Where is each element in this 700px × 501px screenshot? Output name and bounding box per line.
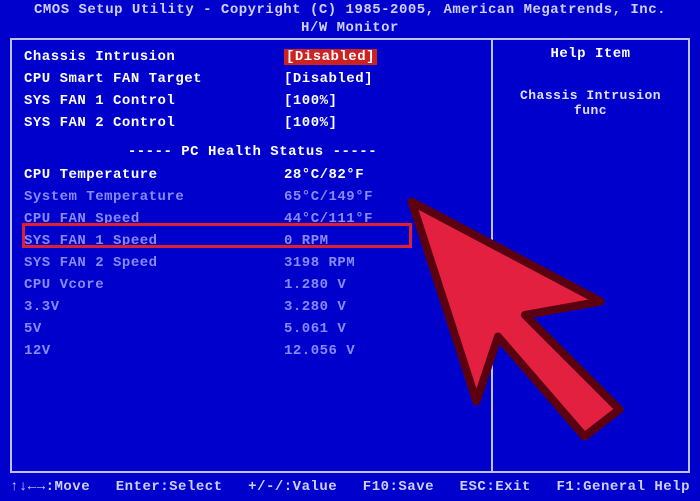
hint-select: Enter:Select xyxy=(116,479,223,495)
health-label: 12V xyxy=(24,343,284,359)
setting-value[interactable]: [Disabled] xyxy=(284,71,481,87)
health-value: 65°C/149°F xyxy=(284,189,481,205)
app-titlebar: CMOS Setup Utility - Copyright (C) 1985-… xyxy=(0,0,700,20)
health-row: CPU Temperature 28°C/82°F xyxy=(24,164,481,186)
setting-row[interactable]: Chassis Intrusion [Disabled] xyxy=(24,46,481,68)
health-row: CPU Vcore 1.280 V xyxy=(24,274,481,296)
health-row: 3.3V 3.280 V xyxy=(24,296,481,318)
health-value: 3.280 V xyxy=(284,299,481,315)
health-divider: ----- PC Health Status ----- xyxy=(24,144,481,160)
health-row: SYS FAN 1 Speed 0 RPM xyxy=(24,230,481,252)
hint-exit: ESC:Exit xyxy=(460,479,531,495)
health-value: 12.056 V xyxy=(284,343,481,359)
settings-panel: Chassis Intrusion [Disabled] CPU Smart F… xyxy=(12,40,493,471)
setting-value[interactable]: [100%] xyxy=(284,115,481,131)
health-value: 1.280 V xyxy=(284,277,481,293)
setting-row[interactable]: SYS FAN 2 Control [100%] xyxy=(24,112,481,134)
health-value: 28°C/82°F xyxy=(284,167,481,183)
health-row: 5V 5.061 V xyxy=(24,318,481,340)
health-label: System Temperature xyxy=(24,189,284,205)
setting-value[interactable]: [Disabled] xyxy=(284,49,481,65)
hint-value: +/-/:Value xyxy=(248,479,337,495)
health-label: 5V xyxy=(24,321,284,337)
setting-value[interactable]: [100%] xyxy=(284,93,481,109)
health-value: 3198 RPM xyxy=(284,255,481,271)
setting-label: SYS FAN 1 Control xyxy=(24,93,284,109)
hint-save: F10:Save xyxy=(363,479,434,495)
health-value: 0 RPM xyxy=(284,233,481,249)
health-label: CPU FAN Speed xyxy=(24,211,284,227)
health-row: System Temperature 65°C/149°F xyxy=(24,186,481,208)
health-label: 3.3V xyxy=(24,299,284,315)
health-label: SYS FAN 2 Speed xyxy=(24,255,284,271)
help-title: Help Item xyxy=(501,46,680,62)
setting-label: CPU Smart FAN Target xyxy=(24,71,284,87)
footer-hints: ↑↓←→:Move Enter:Select +/-/:Value F10:Sa… xyxy=(10,479,690,495)
health-row: SYS FAN 2 Speed 3198 RPM xyxy=(24,252,481,274)
help-panel: Help Item Chassis Intrusion func xyxy=(493,40,688,471)
section-title: H/W Monitor xyxy=(0,20,700,36)
help-text: Chassis Intrusion func xyxy=(501,88,680,118)
setting-row[interactable]: SYS FAN 1 Control [100%] xyxy=(24,90,481,112)
health-value: 5.061 V xyxy=(284,321,481,337)
main-frame: Chassis Intrusion [Disabled] CPU Smart F… xyxy=(10,38,690,473)
health-label: CPU Temperature xyxy=(24,167,284,183)
hint-general: F1:General Help xyxy=(556,479,690,495)
hint-move: ↑↓←→:Move xyxy=(10,479,90,495)
health-label: CPU Vcore xyxy=(24,277,284,293)
health-row: 12V 12.056 V xyxy=(24,340,481,362)
health-value: 44°C/111°F xyxy=(284,211,481,227)
health-label: SYS FAN 1 Speed xyxy=(24,233,284,249)
setting-label: SYS FAN 2 Control xyxy=(24,115,284,131)
setting-row[interactable]: CPU Smart FAN Target [Disabled] xyxy=(24,68,481,90)
health-row: CPU FAN Speed 44°C/111°F xyxy=(24,208,481,230)
setting-label: Chassis Intrusion xyxy=(24,49,284,65)
